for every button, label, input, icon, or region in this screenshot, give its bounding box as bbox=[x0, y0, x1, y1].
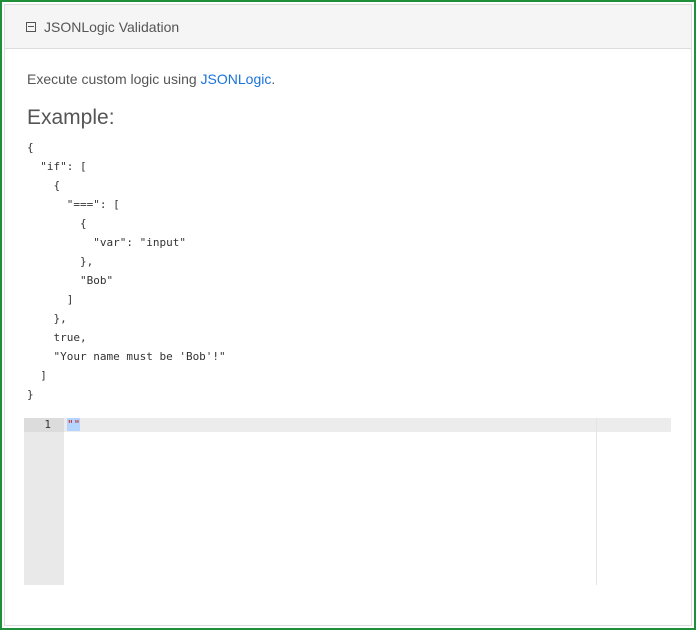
panel-header[interactable]: JSONLogic Validation bbox=[5, 5, 691, 49]
description: Execute custom logic using JSONLogic. bbox=[27, 69, 669, 89]
example-heading: Example: bbox=[27, 106, 115, 129]
example-code: { "if": [ { "===": [ { "var": "input" },… bbox=[27, 141, 226, 401]
code-editor[interactable]: 1 "" bbox=[24, 418, 671, 585]
line-number: 1 bbox=[24, 418, 64, 432]
editor-content[interactable]: "" bbox=[67, 418, 81, 431]
description-suffix: . bbox=[271, 71, 276, 87]
jsonlogic-link[interactable]: JSONLogic bbox=[201, 71, 272, 87]
window-frame: JSONLogic Validation Execute custom logi… bbox=[0, 0, 696, 630]
active-line-highlight bbox=[64, 418, 671, 432]
print-margin bbox=[596, 418, 597, 585]
panel-body: Execute custom logic using JSONLogic. Ex… bbox=[5, 49, 691, 404]
description-prefix: Execute custom logic using bbox=[27, 71, 201, 87]
panel-title[interactable]: JSONLogic Validation bbox=[44, 19, 179, 35]
editor-gutter: 1 bbox=[24, 418, 64, 585]
collapse-icon[interactable] bbox=[26, 21, 36, 32]
editor-line[interactable]: "" bbox=[67, 418, 81, 432]
